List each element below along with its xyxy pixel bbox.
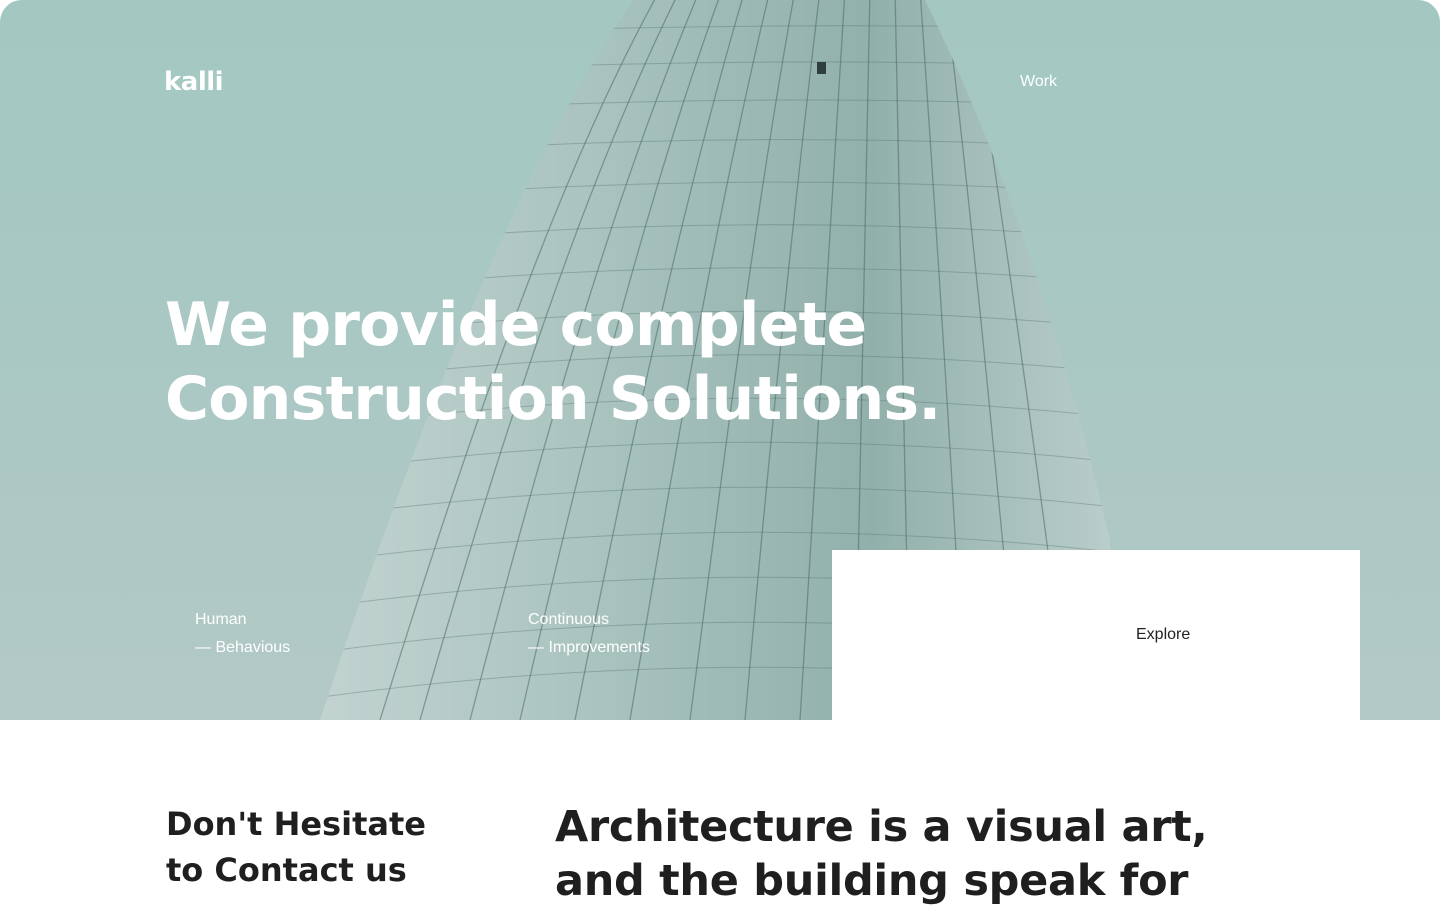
feature-title: Continuous: [528, 611, 609, 628]
explore-link[interactable]: Explore: [1136, 625, 1190, 645]
hero-section: kalli Work We provide complete Construct…: [0, 0, 1440, 720]
hero-headline: We provide complete Construction Solutio…: [165, 288, 1065, 436]
explore-panel: Explore: [832, 550, 1360, 720]
hero-headline-line-1: We provide complete: [165, 290, 867, 360]
feature-human-behavious: Human — Behavious: [195, 606, 290, 662]
contact-heading-line-1: Don't Hesitate: [166, 805, 426, 843]
feature-subtitle: — Improvements: [528, 639, 650, 656]
brand-logo[interactable]: kalli: [164, 66, 224, 98]
quote-line-1: Architecture is a visual art,: [555, 802, 1208, 852]
contact-heading: Don't Hesitate to Contact us: [166, 801, 426, 893]
nav-link-work[interactable]: Work: [1020, 72, 1057, 92]
feature-subtitle: — Behavious: [195, 639, 291, 656]
feature-title: Human: [195, 611, 247, 628]
hero-headline-line-2: Construction Solutions.: [165, 364, 941, 434]
feature-continuous-improvements: Continuous — Improvements: [528, 606, 650, 662]
contact-heading-line-2: to Contact us: [166, 851, 407, 889]
architecture-quote: Architecture is a visual art, and the bu…: [555, 800, 1208, 908]
